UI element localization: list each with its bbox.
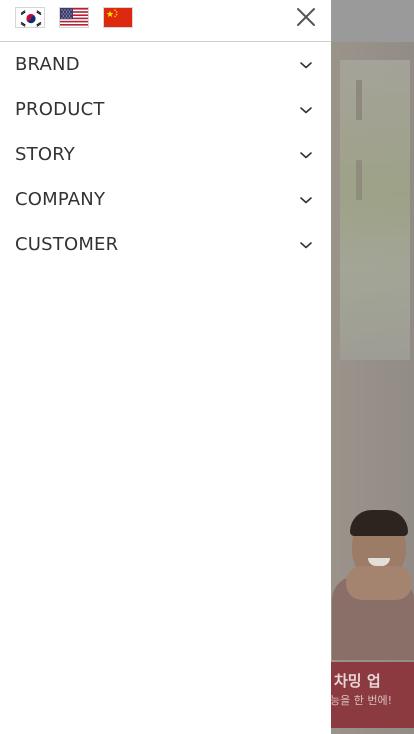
flag-china-icon[interactable] xyxy=(103,7,133,28)
chevron-down-icon[interactable] xyxy=(299,60,313,70)
promo-banner-subtitle: 능을 한 번에! xyxy=(330,694,393,707)
close-icon[interactable] xyxy=(292,3,320,31)
side-drawer-menu: BRAND PRODUCT STORY COMPANY CUSTOMER xyxy=(0,0,331,734)
menu-item-label: CUSTOMER xyxy=(15,234,119,255)
main-menu: BRAND PRODUCT STORY COMPANY CUSTOMER xyxy=(0,42,331,267)
language-selector xyxy=(15,7,133,28)
chevron-down-icon[interactable] xyxy=(299,195,313,205)
flag-korea-icon[interactable] xyxy=(15,7,45,28)
menu-item-company[interactable]: COMPANY xyxy=(0,177,331,222)
hero-window-detail xyxy=(356,160,362,200)
menu-item-label: STORY xyxy=(15,144,75,165)
hero-window xyxy=(340,60,410,360)
chevron-down-icon[interactable] xyxy=(299,105,313,115)
hero-window-detail xyxy=(356,80,362,120)
menu-item-brand[interactable]: BRAND xyxy=(0,42,331,87)
drawer-header xyxy=(0,0,331,42)
menu-item-label: BRAND xyxy=(15,54,80,75)
chevron-down-icon[interactable] xyxy=(299,150,313,160)
menu-item-product[interactable]: PRODUCT xyxy=(0,87,331,132)
chevron-down-icon[interactable] xyxy=(299,240,313,250)
menu-item-label: COMPANY xyxy=(15,189,106,210)
hero-person xyxy=(332,510,414,660)
promo-banner-title: 차밍 업 xyxy=(334,672,381,690)
menu-item-label: PRODUCT xyxy=(15,99,105,120)
menu-item-story[interactable]: STORY xyxy=(0,132,331,177)
flag-usa-icon[interactable] xyxy=(59,7,89,28)
menu-item-customer[interactable]: CUSTOMER xyxy=(0,222,331,267)
